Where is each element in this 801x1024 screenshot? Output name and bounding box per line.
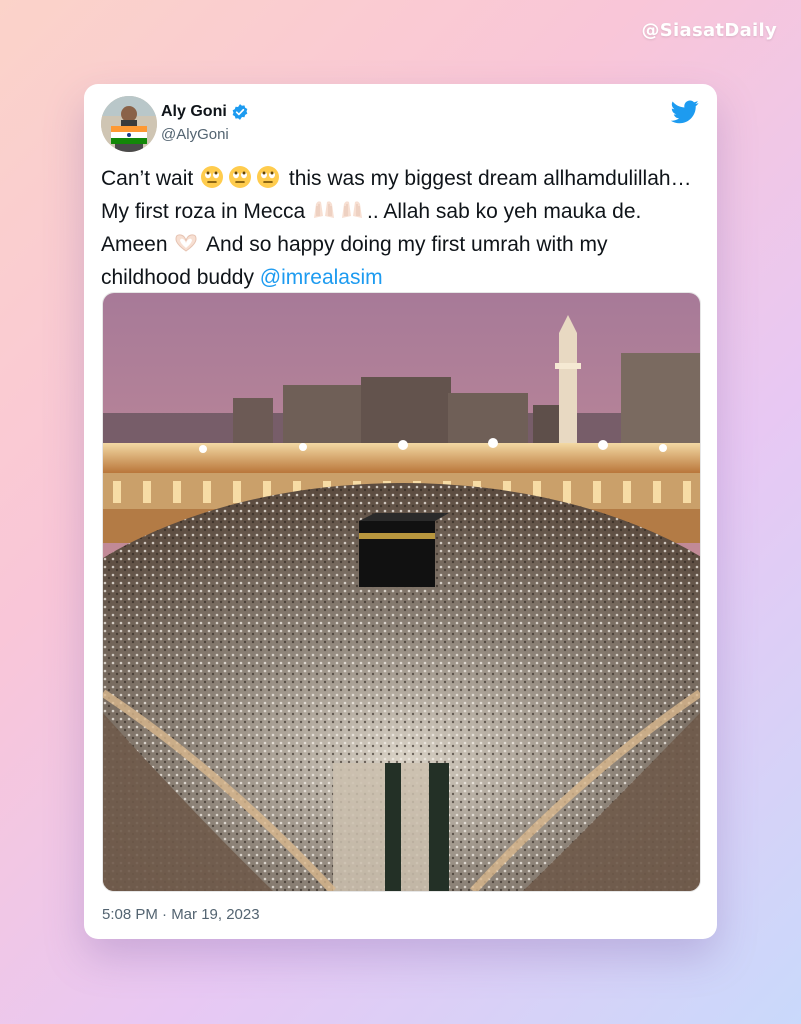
heart-hands-icon [173, 231, 199, 263]
author-info: Aly Goni @AlyGoni [161, 102, 249, 143]
tweet-text: Can’t wait this was my biggest dream all… [101, 164, 701, 292]
tweet-text-part: Can’t wait [101, 167, 200, 190]
author-name[interactable]: Aly Goni [161, 103, 227, 121]
tweet-header: Aly Goni @AlyGoni [101, 96, 699, 156]
tweet-timestamp[interactable]: 5:08 PM · Mar 19, 2023 [102, 906, 260, 923]
avatar[interactable] [101, 96, 157, 152]
verified-badge-icon [231, 103, 249, 121]
watermark: @SiasatDaily [641, 20, 777, 41]
praying-hands-icon [339, 198, 365, 230]
tweet-card: Aly Goni @AlyGoni Can’t wait this was my… [84, 84, 717, 939]
mention-link[interactable]: @imrealasim [260, 266, 383, 289]
author-handle[interactable]: @AlyGoni [161, 126, 249, 143]
face-with-rolling-eyes-icon [227, 165, 253, 197]
praying-hands-icon [311, 198, 337, 230]
twitter-bird-icon[interactable] [670, 100, 699, 124]
tweet-photo[interactable] [102, 292, 701, 892]
face-with-rolling-eyes-icon [199, 165, 225, 197]
face-with-rolling-eyes-icon [255, 165, 281, 197]
